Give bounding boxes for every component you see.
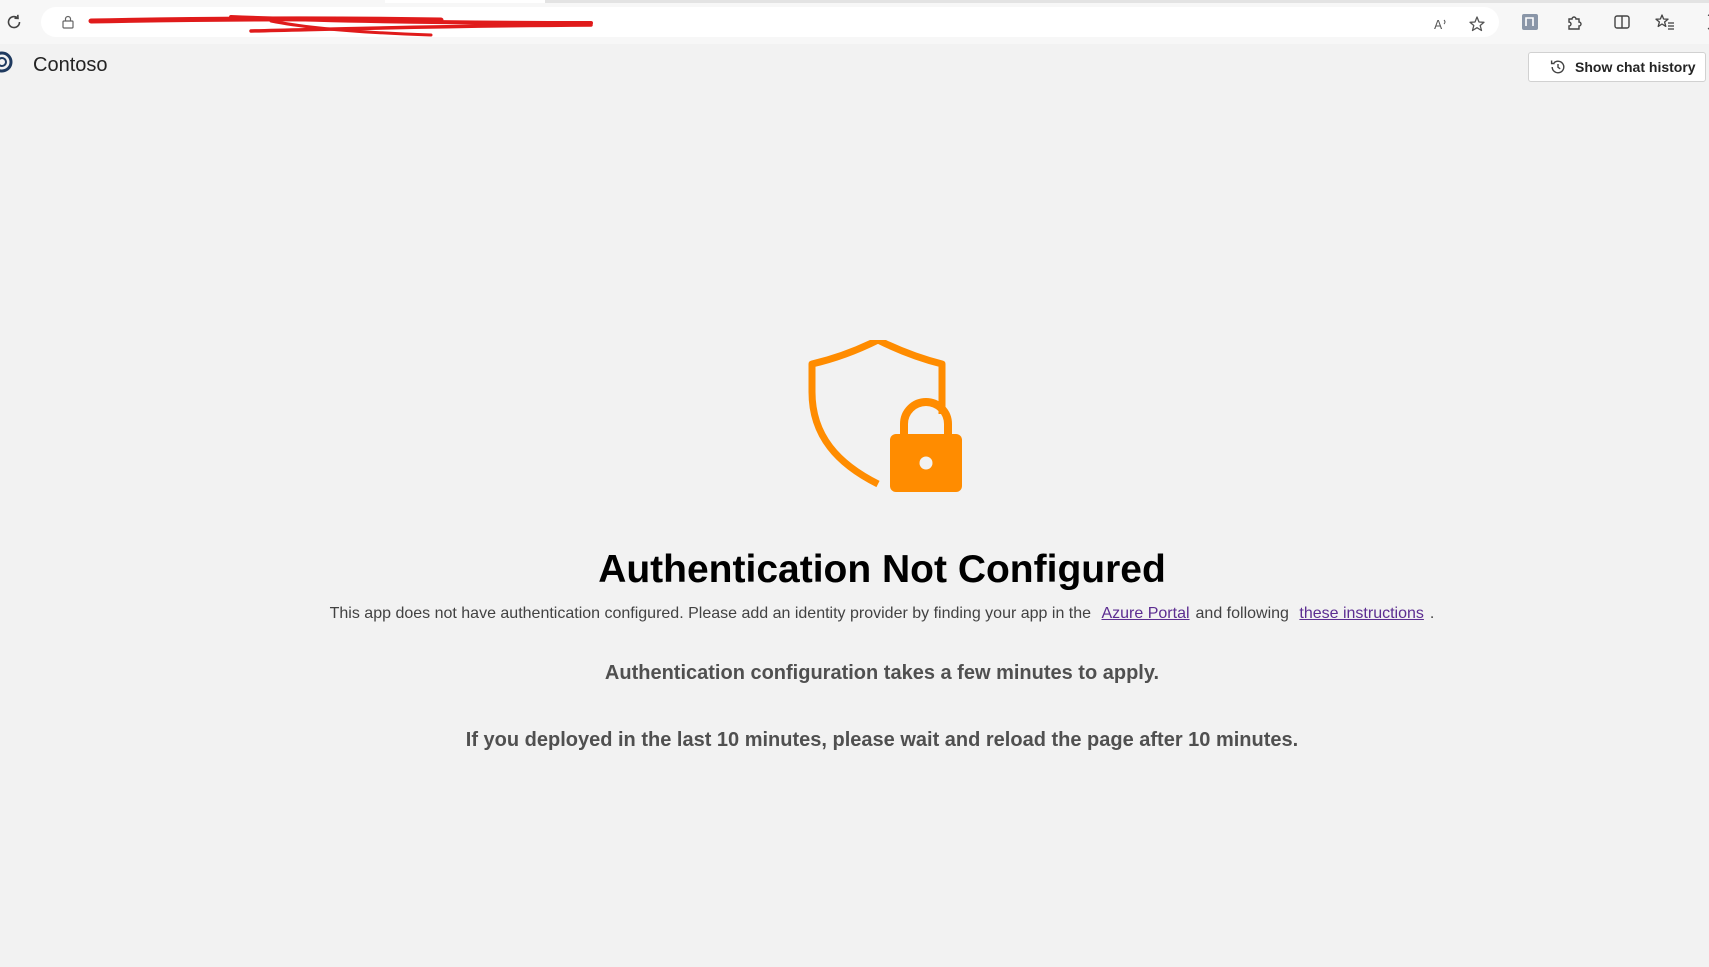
description-part-2: and following	[1195, 605, 1289, 622]
split-screen-icon[interactable]	[1611, 11, 1633, 33]
azure-portal-link[interactable]: Azure Portal	[1101, 605, 1189, 622]
tab-strip	[385, 0, 1709, 3]
history-icon	[1550, 60, 1565, 74]
shield-lock-icon	[808, 340, 962, 492]
url-redaction-scribble	[88, 15, 593, 37]
favorite-star-icon[interactable]	[1467, 14, 1487, 34]
extensions-puzzle-icon[interactable]	[1563, 11, 1585, 33]
address-bar[interactable]: A	[41, 7, 1499, 37]
show-chat-history-button[interactable]: Show chat history	[1528, 52, 1706, 82]
description-part-1: This app does not have authentication co…	[329, 605, 1092, 622]
extension-n-icon[interactable]	[1519, 11, 1541, 33]
show-chat-history-label: Show chat history	[1575, 59, 1696, 75]
config-delay-note: Authentication configuration takes a few…	[604, 662, 1160, 684]
browser-toolbar: A	[0, 0, 1709, 44]
description-end: .	[1429, 605, 1435, 622]
page-title: Authentication Not Configured	[598, 548, 1166, 591]
description-text: This app does not have authentication co…	[0, 605, 1709, 623]
reload-wait-note: If you deployed in the last 10 minutes, …	[465, 729, 1299, 751]
browser-essentials-icon[interactable]	[1697, 11, 1709, 33]
reload-icon[interactable]	[2, 10, 26, 34]
active-tab-indicator[interactable]	[385, 0, 545, 3]
app-name: Contoso	[33, 54, 108, 76]
favorites-icon[interactable]	[1654, 11, 1676, 33]
contoso-logo-icon	[0, 51, 13, 73]
svg-text:A: A	[1434, 18, 1443, 32]
instructions-link[interactable]: these instructions	[1299, 605, 1424, 622]
app-header: Contoso Show chat history	[0, 44, 1709, 94]
read-aloud-icon[interactable]: A	[1431, 14, 1451, 34]
